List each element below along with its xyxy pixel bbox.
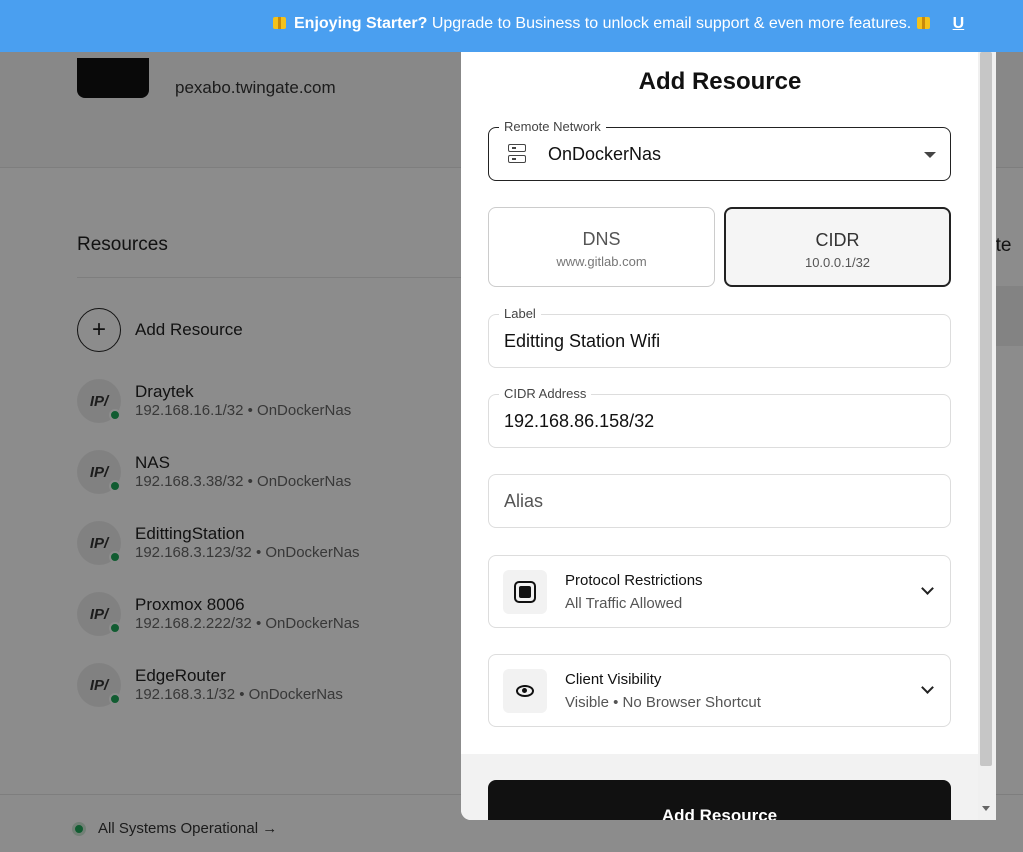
chevron-down-icon[interactable] <box>921 582 934 595</box>
cidr-address-input[interactable]: CIDR Address 192.168.86.158/32 <box>488 386 951 448</box>
remote-network-value: OnDockerNas <box>548 144 662 164</box>
dialog-title: Add Resource <box>638 68 802 95</box>
gift-icon <box>917 17 931 29</box>
add-resource-dialog: Add Resource Remote Network OnDockerNas … <box>461 52 996 820</box>
cidr-address-value[interactable]: 192.168.86.158/32 <box>504 411 654 432</box>
banner-lead: Enjoying Starter? <box>294 15 428 32</box>
label-value[interactable]: Editting Station Wifi <box>504 331 660 352</box>
scrollbar-thumb[interactable] <box>980 52 992 766</box>
remote-network-select[interactable]: Remote Network OnDockerNas <box>488 119 951 181</box>
cidr-example: 10.0.0.1/32 <box>804 255 871 270</box>
upgrade-banner: Enjoying Starter? Upgrade to Business to… <box>0 0 1023 52</box>
dns-title: DNS <box>582 229 621 249</box>
alias-input[interactable]: Alias <box>488 474 951 528</box>
banner-text: Upgrade to Business to unlock email supp… <box>431 15 912 32</box>
protocol-icon-box <box>503 570 547 614</box>
server-icon <box>508 144 526 164</box>
gift-icon <box>273 17 286 29</box>
chevron-down-icon[interactable] <box>924 152 936 158</box>
field-legend: CIDR Address <box>499 386 592 401</box>
add-resource-submit-button[interactable]: Add Resource <box>488 780 951 820</box>
dns-example: www.gitlab.com <box>556 254 647 269</box>
visibility-icon-box <box>503 669 547 713</box>
field-legend: Label <box>499 306 541 321</box>
alias-placeholder[interactable]: Alias <box>504 491 543 512</box>
visibility-subtitle: Visible • No Browser Shortcut <box>565 694 761 711</box>
visibility-title: Client Visibility <box>565 671 662 688</box>
scroll-down-icon[interactable] <box>982 806 990 811</box>
field-legend: Remote Network <box>499 119 606 134</box>
cidr-title: CIDR <box>815 230 860 250</box>
resource-type-dns[interactable]: DNS www.gitlab.com <box>488 207 715 287</box>
chevron-down-icon[interactable] <box>921 681 934 694</box>
resource-type-cidr[interactable]: CIDR 10.0.0.1/32 <box>724 207 951 287</box>
protocol-subtitle: All Traffic Allowed <box>565 595 683 612</box>
eye-icon <box>516 685 534 697</box>
upgrade-link[interactable]: U <box>953 15 965 32</box>
protocol-restrictions-accordion[interactable]: Protocol Restrictions All Traffic Allowe… <box>488 555 951 628</box>
protocol-title: Protocol Restrictions <box>565 572 703 589</box>
client-visibility-accordion[interactable]: Client Visibility Visible • No Browser S… <box>488 654 951 727</box>
stop-square-icon <box>514 581 536 603</box>
label-input[interactable]: Label Editting Station Wifi <box>488 306 951 368</box>
